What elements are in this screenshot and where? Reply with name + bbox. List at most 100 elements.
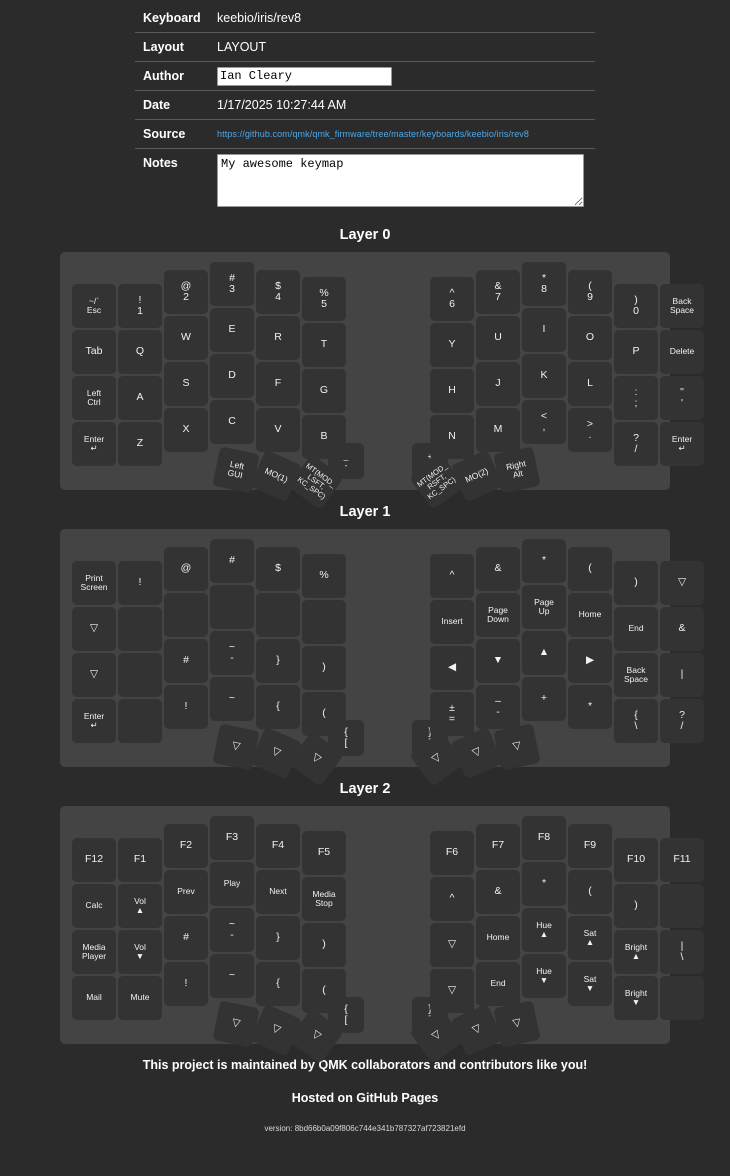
key[interactable]: ^ 6 — [430, 277, 474, 321]
key[interactable]: * — [522, 862, 566, 906]
key[interactable]: K — [522, 354, 566, 398]
key[interactable]: ? / — [660, 699, 704, 743]
key[interactable]: >. — [568, 408, 612, 452]
key[interactable]: F12 — [72, 838, 116, 882]
key[interactable]: C — [210, 400, 254, 444]
key[interactable]: Next — [256, 870, 300, 914]
key[interactable]: ) — [302, 646, 346, 690]
key[interactable]: P — [614, 330, 658, 374]
key[interactable]: Insert — [430, 600, 474, 644]
key[interactable]: O — [568, 316, 612, 360]
key[interactable]: F5 — [302, 831, 346, 875]
key[interactable]: ) — [614, 561, 658, 605]
key[interactable]: ~ — [210, 677, 254, 721]
key[interactable]: % — [302, 554, 346, 598]
key[interactable]: & — [476, 870, 520, 914]
key[interactable]: W — [164, 316, 208, 360]
key[interactable]: @ — [164, 547, 208, 591]
key[interactable]: ^ — [430, 554, 474, 598]
key[interactable]: Enter ↵ — [660, 422, 704, 466]
key[interactable]: Right Alt — [493, 446, 541, 494]
author-input[interactable] — [217, 66, 392, 86]
key[interactable]: Print Screen — [72, 561, 116, 605]
key[interactable]: F2 — [164, 824, 208, 868]
key[interactable]: G — [302, 369, 346, 413]
key[interactable]: U — [476, 316, 520, 360]
key[interactable] — [302, 600, 346, 644]
key[interactable]: Media Stop — [302, 877, 346, 921]
key[interactable]: F4 — [256, 824, 300, 868]
key[interactable]: # — [164, 639, 208, 683]
key[interactable]: { — [256, 962, 300, 1006]
key[interactable]: J — [476, 362, 520, 406]
key[interactable]: ▽ — [660, 561, 704, 605]
key[interactable]: I — [522, 308, 566, 352]
key[interactable]: ~ - — [210, 908, 254, 952]
key[interactable]: ! — [164, 962, 208, 1006]
key[interactable]: H — [430, 369, 474, 413]
key[interactable]: # — [164, 916, 208, 960]
key[interactable]: X — [164, 408, 208, 452]
key[interactable]: F8 — [522, 816, 566, 860]
key[interactable]: Bright ▲ — [614, 930, 658, 974]
key[interactable]: Home — [476, 916, 520, 960]
key[interactable]: Mail — [72, 976, 116, 1020]
key[interactable] — [660, 976, 704, 1020]
key[interactable] — [118, 653, 162, 697]
key[interactable]: F1 — [118, 838, 162, 882]
key[interactable]: ) — [614, 884, 658, 928]
key[interactable]: ! — [164, 685, 208, 729]
key[interactable]: Back Space — [614, 653, 658, 697]
key[interactable]: ± = — [430, 692, 474, 736]
key[interactable]: % 5 — [302, 277, 346, 321]
key[interactable]: Delete — [660, 330, 704, 374]
key[interactable]: {\ — [614, 699, 658, 743]
key[interactable] — [256, 593, 300, 637]
key[interactable]: ^ — [430, 877, 474, 921]
key[interactable]: $ — [256, 547, 300, 591]
key[interactable]: Prev — [164, 870, 208, 914]
key[interactable]: ◀ — [430, 646, 474, 690]
key[interactable]: ▼ — [476, 639, 520, 683]
key[interactable] — [118, 699, 162, 743]
key[interactable]: | — [660, 653, 704, 697]
key[interactable]: F9 — [568, 824, 612, 868]
key[interactable]: ▽ — [430, 923, 474, 967]
key[interactable]: ~/` Esc — [72, 284, 116, 328]
key[interactable]: :; — [614, 376, 658, 420]
key[interactable]: Vol ▲ — [118, 884, 162, 928]
key[interactable]: <, — [522, 400, 566, 444]
key[interactable]: Tab — [72, 330, 116, 374]
key[interactable]: Q — [118, 330, 162, 374]
key[interactable]: F — [256, 362, 300, 406]
key[interactable]: ! — [118, 561, 162, 605]
key[interactable]: E — [210, 308, 254, 352]
key[interactable]: Enter ↵ — [72, 422, 116, 466]
key[interactable]: Calc — [72, 884, 116, 928]
key[interactable]: F3 — [210, 816, 254, 860]
key[interactable]: + — [522, 677, 566, 721]
key[interactable]: Home — [568, 593, 612, 637]
key[interactable]: Z — [118, 422, 162, 466]
key[interactable]: # — [210, 539, 254, 583]
key[interactable]: & — [660, 607, 704, 651]
key[interactable] — [210, 585, 254, 629]
source-link[interactable]: https://github.com/qmk/qmk_firmware/tree… — [217, 129, 595, 139]
key[interactable]: ) 0 — [614, 284, 658, 328]
key[interactable]: Mute — [118, 976, 162, 1020]
key[interactable]: M — [476, 408, 520, 452]
key[interactable]: ▽ — [72, 607, 116, 651]
key[interactable]: | \ — [660, 930, 704, 974]
key[interactable]: Page Down — [476, 593, 520, 637]
key[interactable]: ▽ — [493, 1000, 541, 1048]
key[interactable]: { — [256, 685, 300, 729]
key[interactable]: End — [614, 607, 658, 651]
key[interactable]: F6 — [430, 831, 474, 875]
key[interactable] — [118, 607, 162, 651]
key[interactable]: Media Player — [72, 930, 116, 974]
key[interactable]: ▽ — [430, 969, 474, 1013]
key[interactable]: $4 — [256, 270, 300, 314]
key[interactable]: V — [256, 408, 300, 452]
key[interactable]: L — [568, 362, 612, 406]
key[interactable]: ▽ — [72, 653, 116, 697]
